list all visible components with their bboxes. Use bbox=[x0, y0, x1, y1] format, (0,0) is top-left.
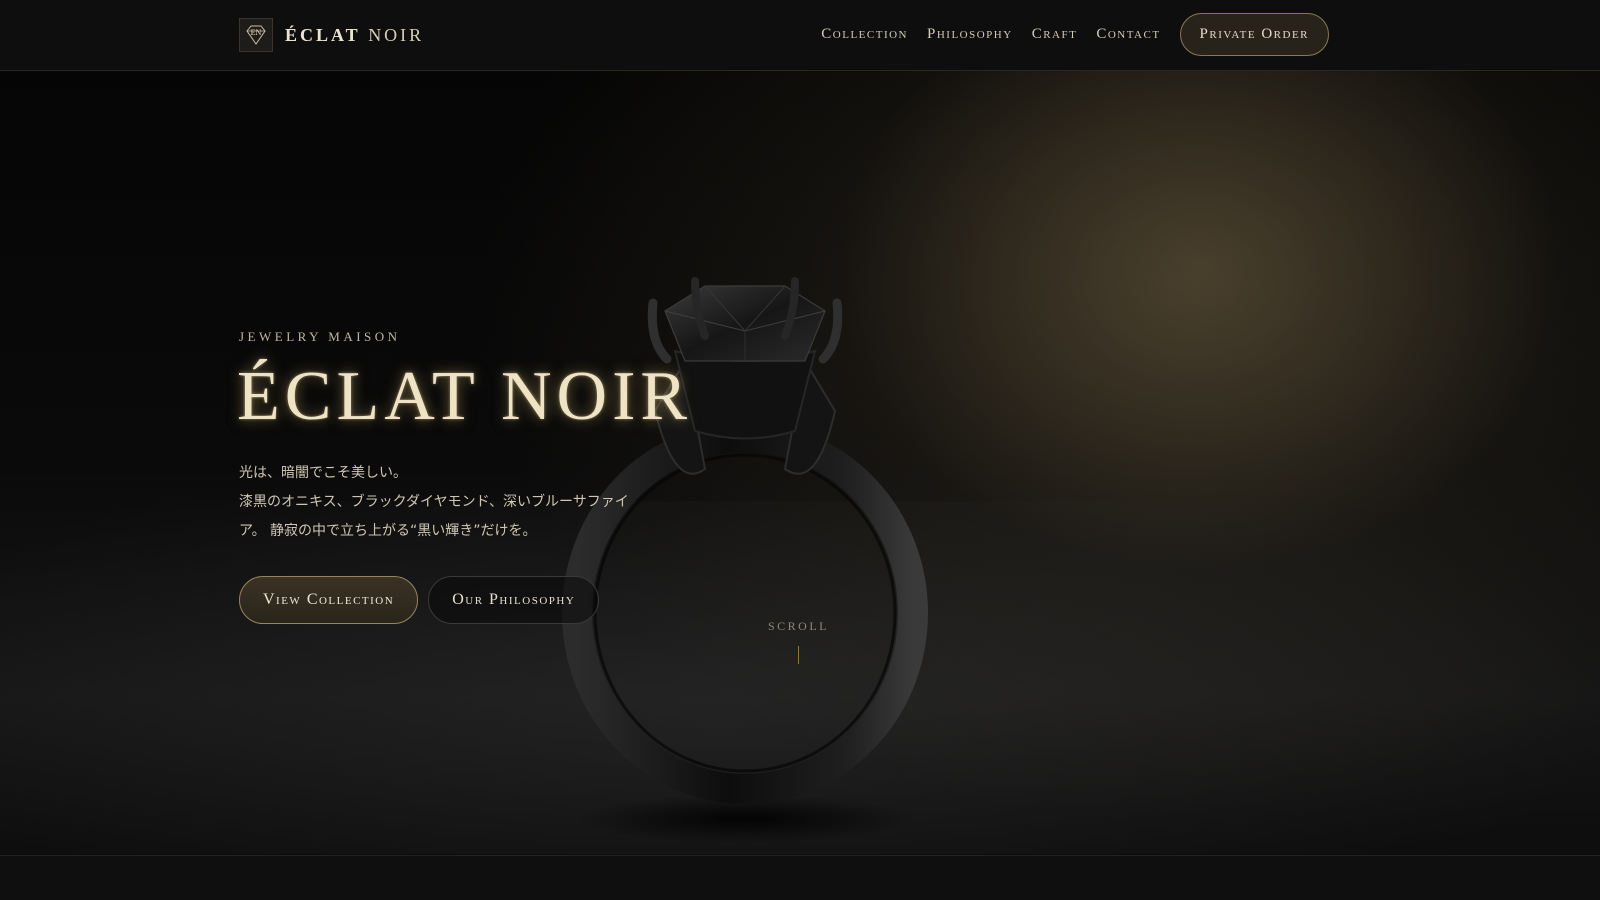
view-collection-button[interactable]: View Collection bbox=[239, 576, 419, 624]
hero-copy-line: ア。 静寂の中で立ち上がる“黒い輝き”だけを。 bbox=[239, 523, 537, 539]
hero-actions: View Collection Our Philosophy bbox=[239, 576, 600, 624]
nav-link-philosophy[interactable]: Philosophy bbox=[927, 26, 1013, 43]
nav-link-contact[interactable]: Contact bbox=[1096, 26, 1160, 43]
hero-section: JEWELRY MAISON ÉCLAT NOIR 光は、暗闇でこそ美しい。 漆… bbox=[0, 71, 1600, 854]
brand-name: ÉCLAT NOIR bbox=[285, 25, 424, 46]
hero-eyebrow: JEWELRY MAISON bbox=[239, 329, 401, 344]
site-header: EN ÉCLAT NOIR Collection Philosophy Craf… bbox=[0, 0, 1600, 71]
hero-copy-line: 光は、暗闇でこそ美しい。 bbox=[239, 465, 407, 481]
nav-link-collection[interactable]: Collection bbox=[821, 26, 908, 43]
diamond-icon: EN bbox=[239, 18, 273, 52]
svg-text:EN: EN bbox=[251, 28, 262, 37]
our-philosophy-button[interactable]: Our Philosophy bbox=[428, 576, 600, 624]
brand-name-strong: ÉCLAT bbox=[285, 24, 361, 45]
private-order-button[interactable]: Private Order bbox=[1179, 13, 1329, 56]
next-section-edge bbox=[0, 855, 1600, 900]
scroll-label: SCROLL bbox=[768, 619, 830, 633]
nav-link-craft[interactable]: Craft bbox=[1032, 26, 1078, 43]
hero-copy: 光は、暗闇でこそ美しい。 漆黒のオニキス、ブラックダイヤモンド、深いブルーサファ… bbox=[239, 459, 669, 546]
hero-title: ÉCLAT NOIR bbox=[237, 358, 693, 435]
black-ring-image bbox=[562, 277, 928, 843]
scroll-indicator[interactable]: SCROLL bbox=[768, 619, 828, 664]
scroll-line bbox=[797, 646, 799, 664]
main-nav: Collection Philosophy Craft Contact Priv… bbox=[821, 0, 1329, 69]
hero-copy-line: 漆黒のオニキス、ブラックダイヤモンド、深いブルーサファイ bbox=[239, 494, 629, 510]
brand-name-light: NOIR bbox=[368, 24, 425, 45]
brand-logo[interactable]: EN ÉCLAT NOIR bbox=[239, 18, 424, 52]
